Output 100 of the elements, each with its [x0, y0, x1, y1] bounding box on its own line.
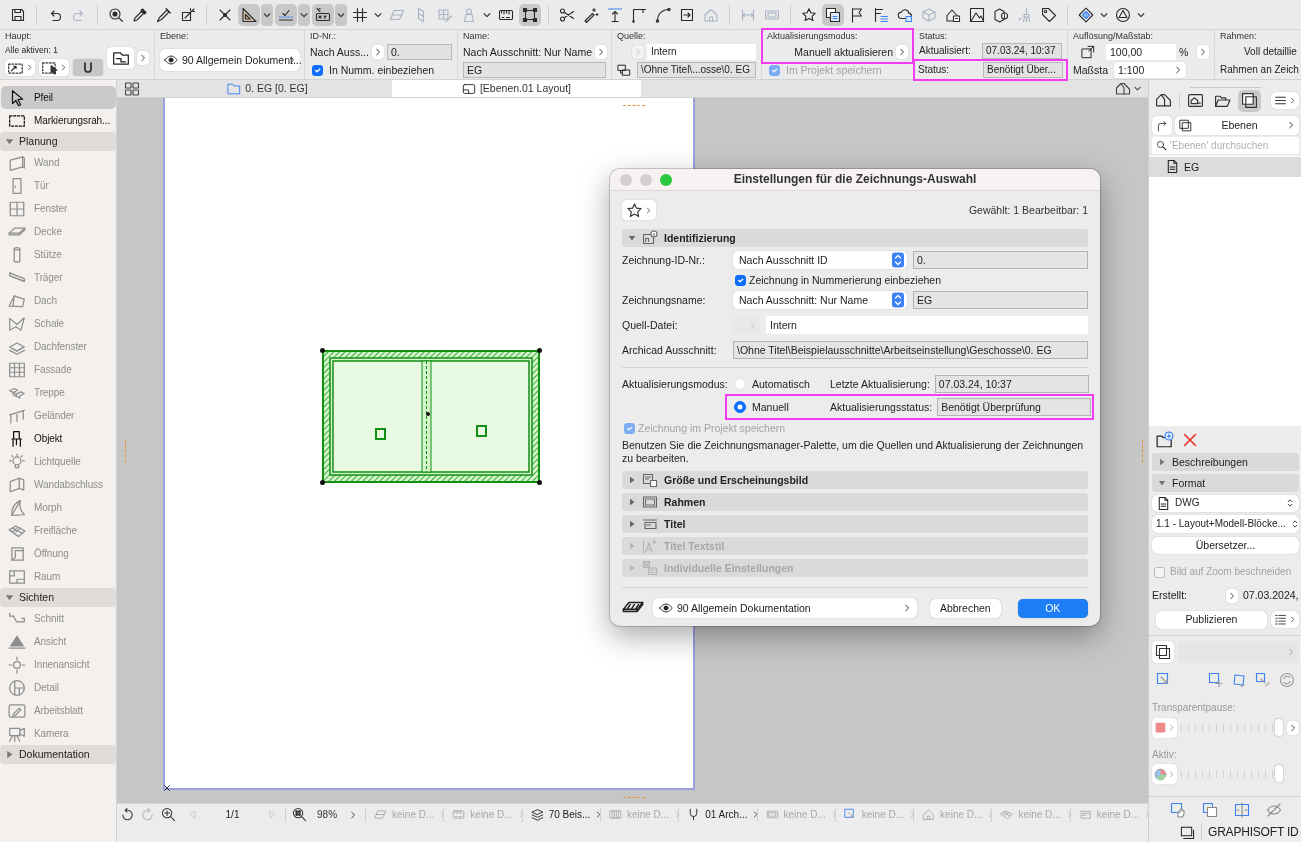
slider-thumb[interactable] [1275, 765, 1283, 783]
field-label: Archicad Ausschnitt: [622, 343, 718, 357]
status-dropdown[interactable]: 70 Beis... [522, 808, 600, 821]
toolbox-section-header[interactable]: Planung [0, 132, 116, 151]
toolbox-item[interactable]: Pfeil [1, 86, 116, 109]
back-button[interactable] [1152, 115, 1172, 135]
chevron-right-icon [1289, 616, 1296, 624]
id-mode-select[interactable]: Nach Ausschnitt ID [733, 251, 907, 269]
square-rotate-icon[interactable] [1231, 672, 1248, 689]
delete-icon[interactable] [1183, 432, 1197, 447]
chevron-right-icon [595, 811, 603, 818]
tool-button[interactable] [312, 3, 334, 26]
name-mode-select[interactable]: Nach Ausschnitt: Nur Name [733, 291, 907, 309]
id-mode-dropdown[interactable]: Nach Auss... [310, 45, 384, 59]
folder-button[interactable] [107, 47, 134, 69]
view-button[interactable] [1152, 640, 1174, 663]
menu-button[interactable] [1271, 92, 1299, 110]
map-dropdown[interactable]: Ebenen [1175, 115, 1299, 135]
section-header[interactable]: Identifizierung [622, 229, 1088, 247]
chevron-right-icon [1228, 591, 1236, 600]
two-squares-icon[interactable] [1201, 802, 1218, 819]
name-field[interactable]: EG [463, 62, 606, 78]
panel-section-header[interactable]: Format [1152, 474, 1299, 492]
hand-square-icon[interactable] [1169, 802, 1186, 819]
toolbox-section-header[interactable]: Sichten [0, 588, 116, 607]
source-field[interactable]: Intern [647, 44, 756, 60]
dialog-button[interactable]: Abbrechen [930, 598, 1001, 618]
zoom-button[interactable] [292, 807, 307, 822]
slider-thumb[interactable] [1275, 718, 1283, 736]
status-dropdown[interactable]: 01 Arch... [679, 808, 757, 821]
panel-section-header[interactable]: Beschreibungen [1152, 453, 1299, 472]
frame-house-icon [1187, 92, 1204, 110]
tool-button[interactable] [822, 3, 844, 26]
source-path-field[interactable]: \Ohne Titel\...osse\0. EG [637, 62, 756, 78]
account-link[interactable]: GRAPHISOFT ID [1208, 825, 1299, 840]
history-button[interactable] [120, 807, 135, 822]
dropdown-button[interactable] [335, 3, 347, 26]
navigator-tab[interactable] [1238, 89, 1261, 112]
layer-dropdown[interactable]: 90 Allgemein Dokumentation [653, 598, 918, 618]
tool-button[interactable] [519, 3, 541, 26]
dropdown-button[interactable] [261, 3, 273, 26]
dialog-button[interactable]: OK [1017, 598, 1088, 618]
view-tab[interactable]: 0. EG [0. EG] [143, 80, 392, 97]
translator-button[interactable]: Übersetzer... [1152, 536, 1299, 555]
section-header[interactable]: Größe und Erscheinungsbild [622, 471, 1088, 489]
view-options-button[interactable] [1113, 80, 1144, 97]
update-mode-radio[interactable] [734, 401, 746, 413]
source-field[interactable]: Intern [766, 316, 1088, 334]
name-mode-dropdown[interactable]: Nach Ausschnitt: Nur Name [463, 45, 606, 59]
section-header[interactable]: Titel [622, 515, 1088, 533]
name-field[interactable]: EG [913, 291, 1088, 309]
eye-slash-icon[interactable] [1265, 802, 1282, 819]
section-header[interactable]: Rahmen [622, 493, 1088, 511]
swatch-button[interactable] [1152, 764, 1177, 785]
view-path-field[interactable]: \Ohne Titel\Beispielausschnitte\Arbeitseinstellung\Geschosse\0. EG [733, 341, 1088, 359]
update-info-field[interactable]: Benötigt Überprüfung [937, 398, 1092, 416]
zoom-in-button[interactable] [161, 807, 176, 822]
chevron-right-icon [896, 45, 908, 59]
update-mode-dropdown[interactable]: Manuell aktualisieren [794, 45, 908, 59]
scale-dropdown[interactable]: 1:100 [1114, 62, 1186, 78]
hash-icon [352, 6, 368, 23]
publish-button[interactable]: Publizieren [1156, 610, 1267, 629]
update-info-field[interactable]: 07.03.24, 10:37 [934, 375, 1089, 393]
search-field[interactable]: 'Ebenen' durchsuchen [1152, 137, 1299, 154]
square-move-icon[interactable] [1207, 672, 1224, 689]
selection-filter-button[interactable] [5, 59, 35, 77]
numbering-checkbox[interactable] [735, 274, 746, 286]
translator-select[interactable]: 1.1 - Layout+Modell-Blöcke... [1152, 515, 1299, 533]
folder-plus-icon[interactable] [1156, 430, 1174, 449]
status-field[interactable]: Benötigt Über... [983, 61, 1063, 78]
zoom-dropdown[interactable]: 98% [317, 808, 358, 821]
resolution-field[interactable]: 100,00 [1106, 44, 1176, 60]
list-options-button[interactable] [1271, 611, 1299, 629]
dropdown-button[interactable] [298, 3, 310, 26]
stepper-icon [890, 292, 906, 308]
view-tab[interactable]: [Ebenen.01 Layout] [392, 80, 641, 97]
toolbox-item[interactable]: Markierungsrah... [1, 109, 116, 132]
tool-button[interactable] [238, 3, 260, 26]
status-field[interactable]: 07.03.24, 10:37 [982, 43, 1062, 60]
folder-icon [227, 81, 242, 96]
navigator-item[interactable]: EG [1149, 157, 1301, 177]
toolbox-item[interactable]: Objekt [1, 427, 116, 450]
square-swap-icon[interactable] [1255, 672, 1272, 689]
swatch-button[interactable] [1152, 717, 1177, 738]
group-label: Rahmen: [1220, 30, 1257, 42]
selection-filter-button[interactable] [73, 59, 103, 77]
selection-filter-button[interactable] [39, 59, 69, 77]
format-select[interactable]: DWG [1152, 494, 1299, 513]
window-icon[interactable] [1180, 824, 1195, 840]
favorites-button[interactable] [622, 200, 656, 220]
split-square-icon[interactable] [1233, 802, 1250, 819]
chevron-right-icon [645, 206, 652, 214]
toolbox-section-header[interactable]: Dokumentation [0, 745, 116, 764]
id-field[interactable]: 0. [913, 251, 1088, 269]
id-field[interactable]: 0. [386, 44, 452, 60]
dialog-title: Einstellungen für die Zeichnungs-Auswahl [732, 172, 978, 187]
chevron-right-icon [752, 811, 760, 818]
layer-dropdown[interactable]: 90 Allgemein Dokument... [160, 49, 300, 71]
chevron-right-icon [1287, 121, 1295, 130]
include-checkbox[interactable] [312, 64, 323, 76]
